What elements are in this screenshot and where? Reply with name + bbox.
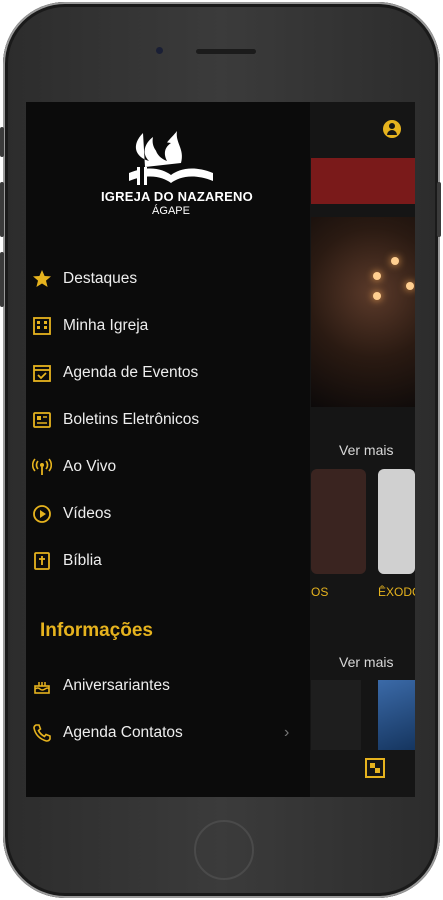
section-header-informacoes: Informações (40, 620, 153, 641)
building-icon (33, 317, 51, 335)
church-logo: IGREJA DO NAZARENO ÁGAPE (101, 127, 253, 222)
navigation-drawer: IGREJA DO NAZARENO ÁGAPE Destaques Minha… (26, 102, 310, 797)
home-button[interactable] (194, 820, 254, 880)
menu-item-agenda-contatos[interactable]: Agenda Contatos › (26, 713, 310, 753)
video-thumbnail-1[interactable] (311, 680, 361, 750)
menu-label-ao-vivo: Ao Vivo (63, 458, 117, 475)
see-more-link-1[interactable]: Ver mais (339, 442, 393, 458)
see-more-link-2[interactable]: Ver mais (339, 654, 393, 670)
flame-bible-icon (129, 131, 213, 185)
menu-item-destaques[interactable]: Destaques (26, 259, 310, 299)
volume-down-button (0, 252, 4, 307)
newspaper-icon (33, 412, 51, 428)
volume-up-button (0, 182, 4, 237)
play-icon (33, 505, 51, 523)
top-banner[interactable] (311, 158, 415, 204)
menu-item-ao-vivo[interactable]: Ao Vivo (26, 447, 310, 487)
chevron-right-icon: › (284, 724, 290, 741)
church-subtitle: ÁGAPE (152, 205, 190, 217)
menu-label-destaques: Destaques (63, 270, 138, 287)
menu-label-aniversariantes: Aniversariantes (63, 677, 170, 694)
volume-button (0, 127, 4, 157)
card-image-1[interactable] (311, 469, 366, 574)
profile-icon[interactable] (383, 120, 401, 138)
menu-item-minha-igreja[interactable]: Minha Igreja (26, 306, 310, 346)
menu-label-minha-igreja: Minha Igreja (63, 317, 149, 334)
menu-item-agenda-eventos[interactable]: Agenda de Eventos (26, 353, 310, 393)
earpiece-speaker (196, 49, 256, 54)
broadcast-icon (32, 458, 52, 475)
menu-item-biblia[interactable]: Bíblia (26, 541, 310, 581)
video-thumbnail-2[interactable] (378, 680, 415, 750)
power-button (437, 182, 441, 237)
cake-icon (34, 682, 50, 694)
menu-label-biblia: Bíblia (63, 552, 102, 569)
app-screen: Ver mais OS ÊXODO Ver mais IGREJA DO NAZ… (26, 102, 415, 797)
star-icon (33, 270, 51, 287)
qr-code-icon[interactable] (365, 758, 385, 778)
menu-label-agenda-eventos: Agenda de Eventos (63, 364, 199, 381)
card-title-2: ÊXODO (378, 585, 415, 599)
hero-image[interactable] (311, 217, 415, 407)
calendar-icon (33, 365, 51, 382)
phone-icon (33, 724, 51, 742)
menu-label-agenda-contatos: Agenda Contatos (63, 724, 183, 741)
menu-label-boletins: Boletins Eletrônicos (63, 411, 200, 428)
bible-icon (34, 552, 50, 570)
front-camera (156, 47, 163, 54)
menu-item-aniversariantes[interactable]: Aniversariantes (26, 666, 310, 706)
card-title-1: OS (311, 585, 329, 599)
menu-label-videos: Vídeos (63, 505, 112, 522)
card-image-2[interactable] (378, 469, 415, 574)
menu-item-videos[interactable]: Vídeos (26, 494, 310, 534)
church-name: IGREJA DO NAZARENO (101, 189, 253, 204)
menu-item-boletins[interactable]: Boletins Eletrônicos (26, 400, 310, 440)
